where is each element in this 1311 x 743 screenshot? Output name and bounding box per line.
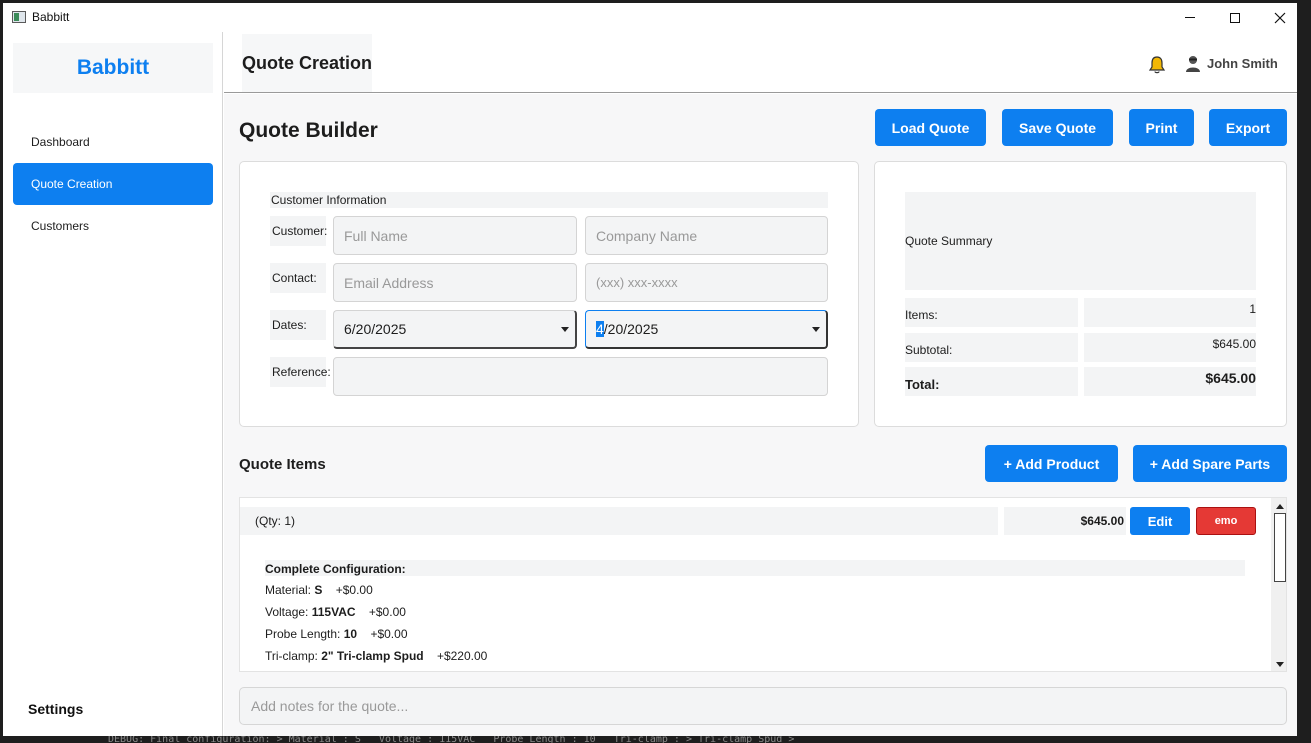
end-date-picker[interactable]: 4/20/2025 xyxy=(585,310,828,349)
config-price: +$220.00 xyxy=(436,649,488,663)
customer-information-card: Customer Information Customer: Full Name… xyxy=(239,161,859,427)
load-quote-button[interactable]: Load Quote xyxy=(875,109,986,146)
app-window: Babbitt Babbitt Dashboard Quote Creation… xyxy=(3,3,1297,736)
settings-link[interactable]: Settings xyxy=(28,701,83,717)
phone-field[interactable]: (xxx) xxx-xxxx xyxy=(585,263,828,302)
config-price: +$0.00 xyxy=(370,627,408,641)
config-name: Voltage: xyxy=(265,605,309,619)
config-price: +$0.00 xyxy=(368,605,406,619)
app-icon xyxy=(12,11,26,23)
page-header-title: Quote Creation xyxy=(242,34,372,92)
minimize-button[interactable] xyxy=(1167,3,1213,32)
add-product-button[interactable]: + Add Product xyxy=(985,445,1118,482)
sidebar-item-quote-creation[interactable]: Quote Creation xyxy=(13,163,213,205)
user-name: John Smith xyxy=(1207,56,1278,71)
chevron-down-icon xyxy=(812,327,820,332)
total-value: $645.00 xyxy=(1084,367,1256,396)
config-value: S xyxy=(314,583,323,597)
config-value: 10 xyxy=(343,627,358,641)
scrollbar-thumb[interactable] xyxy=(1274,513,1286,582)
window-title: Babbitt xyxy=(32,10,70,24)
user-menu[interactable]: John Smith xyxy=(1185,55,1278,72)
subtotal-value: $645.00 xyxy=(1084,333,1256,362)
quote-summary-card: Quote Summary Items: 1 Subtotal: $645.00… xyxy=(874,161,1287,427)
background-console-text: DEBUG: Final configuration: > Material :… xyxy=(0,736,1311,743)
dates-label: Dates: xyxy=(270,310,326,340)
sidebar-item-label: Customers xyxy=(31,219,90,233)
sidebar-item-label: Quote Creation xyxy=(31,177,113,191)
sidebar: Babbitt Dashboard Quote Creation Custome… xyxy=(3,32,223,736)
config-title: Complete Configuration: xyxy=(265,560,1245,576)
config-line: Tri-clamp: 2" Tri-clamp Spud +$220.00 xyxy=(265,649,487,663)
print-button[interactable]: Print xyxy=(1129,109,1194,146)
end-date-selected-segment: 4 xyxy=(596,321,604,337)
reference-field[interactable] xyxy=(333,357,828,396)
items-scrollbar[interactable] xyxy=(1271,498,1286,671)
chevron-down-icon xyxy=(561,327,569,332)
chevron-up-icon xyxy=(1275,504,1284,509)
bell-icon[interactable] xyxy=(1148,55,1166,75)
contact-label: Contact: xyxy=(270,263,326,293)
maximize-button[interactable] xyxy=(1212,3,1258,32)
close-icon xyxy=(1274,12,1286,23)
items-label: Items: xyxy=(905,298,1078,327)
maximize-icon xyxy=(1230,12,1240,23)
minimize-icon xyxy=(1185,17,1195,18)
items-count: 1 xyxy=(1084,298,1256,327)
config-line: Material: S +$0.00 xyxy=(265,583,373,597)
config-price: +$0.00 xyxy=(335,583,373,597)
save-quote-button[interactable]: Save Quote xyxy=(1002,109,1113,146)
header: Quote Creation John Smith xyxy=(224,32,1297,93)
item-price: $645.00 xyxy=(1004,507,1126,535)
sidebar-item-dashboard[interactable]: Dashboard xyxy=(13,121,213,163)
company-name-field[interactable]: Company Name xyxy=(585,216,828,255)
customer-section-label: Customer Information xyxy=(270,192,828,208)
item-qty: (Qty: 1) xyxy=(240,507,998,535)
title-bar: Babbitt xyxy=(3,3,1297,32)
config-name: Tri-clamp: xyxy=(265,649,318,663)
sidebar-item-label: Dashboard xyxy=(31,135,90,149)
brand-logo: Babbitt xyxy=(13,43,213,93)
config-value: 115VAC xyxy=(311,605,356,619)
full-name-field[interactable]: Full Name xyxy=(333,216,577,255)
sidebar-item-customers[interactable]: Customers xyxy=(13,205,213,247)
quote-items-title: Quote Items xyxy=(239,456,326,473)
start-date-picker[interactable]: 6/20/2025 xyxy=(333,310,577,349)
add-spare-parts-button[interactable]: + Add Spare Parts xyxy=(1133,445,1287,482)
scroll-down-button[interactable] xyxy=(1271,656,1286,671)
quote-summary-title-text: Quote Summary xyxy=(905,234,993,248)
background-strip xyxy=(1297,0,1311,743)
chevron-down-icon xyxy=(1275,662,1284,667)
customer-label: Customer: xyxy=(270,216,327,246)
quote-items-list: (Qty: 1) $645.00 Edit emo Complete Confi… xyxy=(239,497,1287,672)
close-button[interactable] xyxy=(1257,3,1297,32)
start-date-value: 6/20/2025 xyxy=(344,321,407,337)
total-label: Total: xyxy=(905,367,1078,396)
subtotal-label: Subtotal: xyxy=(905,333,1078,362)
quote-summary-title: Quote Summary xyxy=(905,192,1256,290)
config-name: Material: xyxy=(265,583,312,597)
main-content: Quote Builder Load Quote Save Quote Prin… xyxy=(224,94,1297,736)
edit-item-button[interactable]: Edit xyxy=(1130,507,1190,535)
end-date-value: /20/2025 xyxy=(603,321,659,337)
config-line: Probe Length: 10 +$0.00 xyxy=(265,627,408,641)
config-line: Voltage: 115VAC +$0.00 xyxy=(265,605,406,619)
user-avatar-icon xyxy=(1186,56,1200,72)
export-button[interactable]: Export xyxy=(1209,109,1287,146)
config-value: 2" Tri-clamp Spud xyxy=(321,649,424,663)
page-title: Quote Builder xyxy=(239,119,378,142)
quote-notes-field[interactable]: Add notes for the quote... xyxy=(239,687,1287,725)
config-name: Probe Length: xyxy=(265,627,341,641)
remove-item-button[interactable]: emo xyxy=(1196,507,1256,535)
email-field[interactable]: Email Address xyxy=(333,263,577,302)
reference-label: Reference: xyxy=(270,357,331,387)
